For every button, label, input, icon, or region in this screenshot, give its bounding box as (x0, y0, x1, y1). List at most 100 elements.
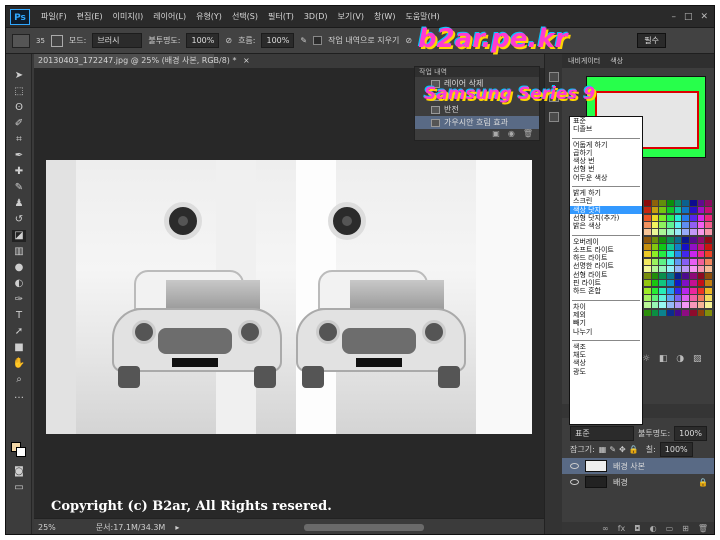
color-swatch[interactable] (644, 251, 651, 258)
color-swatch[interactable] (689, 243, 697, 250)
color-swatch[interactable] (674, 287, 682, 294)
color-swatch[interactable] (651, 295, 659, 302)
color-swatch[interactable] (659, 258, 666, 265)
color-swatch[interactable] (705, 214, 712, 221)
blend-mode-option[interactable]: 핀 라이트 (570, 279, 642, 287)
menu-window[interactable]: 창(W) (369, 11, 401, 22)
color-swatch[interactable] (705, 295, 712, 302)
menu-filter[interactable]: 필터(T) (263, 11, 299, 22)
color-swatch[interactable] (705, 273, 712, 280)
color-swatch[interactable] (697, 302, 705, 309)
color-swatch[interactable] (659, 309, 666, 316)
color-swatch[interactable] (682, 243, 689, 250)
new-document-from-state-icon[interactable]: ▣ (492, 129, 500, 140)
color-swatch[interactable] (666, 221, 674, 228)
color-swatch[interactable] (666, 251, 674, 258)
color-swatch[interactable] (682, 207, 689, 214)
color-swatch[interactable] (659, 287, 666, 294)
menu-layer[interactable]: 레이어(L) (148, 11, 191, 22)
color-swatch[interactable] (644, 221, 651, 228)
color-swatch[interactable] (651, 265, 659, 272)
add-mask-icon[interactable]: ◘ (634, 522, 640, 534)
color-swatch[interactable] (674, 251, 682, 258)
color-swatch[interactable] (674, 295, 682, 302)
clone-stamp-tool-icon[interactable]: ♟ (12, 198, 26, 210)
color-swatch[interactable] (644, 207, 651, 214)
color-swatch[interactable] (651, 207, 659, 214)
color-swatch[interactable] (644, 243, 651, 250)
color-swatch[interactable] (651, 221, 659, 228)
color-swatch[interactable] (674, 273, 682, 280)
trash-icon[interactable]: 🗑 (698, 522, 708, 534)
color-swatch[interactable] (697, 251, 705, 258)
color-swatch[interactable] (644, 309, 651, 316)
blend-mode-option[interactable]: 표준 (570, 117, 642, 125)
color-swatch[interactable] (666, 214, 674, 221)
color-swatch[interactable] (666, 273, 674, 280)
color-swatch[interactable] (644, 302, 651, 309)
quick-select-tool-icon[interactable]: ✐ (12, 118, 26, 130)
color-swatch[interactable] (651, 251, 659, 258)
color-swatch[interactable] (682, 214, 689, 221)
color-swatch[interactable] (651, 287, 659, 294)
color-swatch[interactable] (651, 243, 659, 250)
properties-icon[interactable] (549, 112, 559, 122)
color-swatch[interactable] (666, 200, 674, 206)
color-swatch[interactable] (659, 243, 666, 250)
color-swatch[interactable] (644, 287, 651, 294)
color-swatch[interactable] (705, 258, 712, 265)
color-swatch[interactable] (697, 287, 705, 294)
color-swatch[interactable] (651, 302, 659, 309)
color-swatch[interactable] (697, 200, 705, 206)
color-swatch[interactable] (705, 309, 712, 316)
color-swatch[interactable] (705, 200, 712, 206)
pen-tool-icon[interactable]: ✑ (12, 294, 26, 306)
tab-color[interactable]: 색상 (610, 54, 623, 68)
color-swatch[interactable] (644, 229, 651, 236)
color-swatch[interactable] (689, 309, 697, 316)
blend-mode-option[interactable]: 하드 혼합 (570, 287, 642, 295)
zoom-tool-icon[interactable]: ⌕ (12, 374, 26, 386)
color-swatch[interactable] (682, 273, 689, 280)
blend-mode-option[interactable]: 오버레이 (570, 238, 642, 246)
color-swatch[interactable] (659, 273, 666, 280)
color-swatch[interactable] (697, 221, 705, 228)
color-swatch[interactable] (705, 265, 712, 272)
blend-mode-option[interactable]: 디졸브 (570, 125, 642, 133)
color-swatch[interactable] (651, 229, 659, 236)
color-swatch[interactable] (682, 287, 689, 294)
color-swatch[interactable] (689, 295, 697, 302)
color-swatch[interactable] (705, 221, 712, 228)
horizontal-scrollbar[interactable] (304, 524, 424, 531)
gradient-tool-icon[interactable]: ▥ (12, 246, 26, 258)
color-swatch[interactable] (705, 251, 712, 258)
blend-mode-option[interactable]: 선형 닷지(추가) (570, 214, 642, 222)
status-menu-icon[interactable]: ▸ (175, 523, 179, 532)
snapshot-camera-icon[interactable]: ◉ (508, 129, 515, 140)
mode-select[interactable]: 브러시 (92, 33, 143, 48)
color-swatch[interactable] (682, 295, 689, 302)
fill-field[interactable]: 100% (659, 441, 693, 457)
color-swatch[interactable] (674, 229, 682, 236)
history-item[interactable]: 반전 (415, 103, 539, 116)
blend-mode-option[interactable]: 색상 번 (570, 157, 642, 165)
color-swatch[interactable] (689, 273, 697, 280)
color-swatch[interactable] (666, 295, 674, 302)
color-swatch[interactable] (644, 258, 651, 265)
color-swatch[interactable] (666, 243, 674, 250)
trash-icon[interactable]: 🗑 (523, 129, 533, 140)
color-swatch[interactable] (674, 309, 682, 316)
blend-mode-option[interactable]: 밝은 색상 (570, 222, 642, 230)
lock-icons[interactable]: ▦✎✥🔒 (599, 445, 642, 454)
color-swatch[interactable] (659, 214, 666, 221)
minimize-icon[interactable]: – (671, 12, 676, 22)
color-swatch[interactable] (659, 251, 666, 258)
menu-type[interactable]: 유형(Y) (191, 11, 227, 22)
color-swatch[interactable] (697, 295, 705, 302)
blur-tool-icon[interactable]: ● (12, 262, 26, 274)
history-brush-tool-icon[interactable]: ↺ (12, 214, 26, 226)
color-swatch[interactable] (697, 258, 705, 265)
close-document-icon[interactable]: × (243, 56, 250, 65)
color-swatch[interactable] (682, 229, 689, 236)
blend-mode-option[interactable]: 어두운 색상 (570, 174, 642, 182)
